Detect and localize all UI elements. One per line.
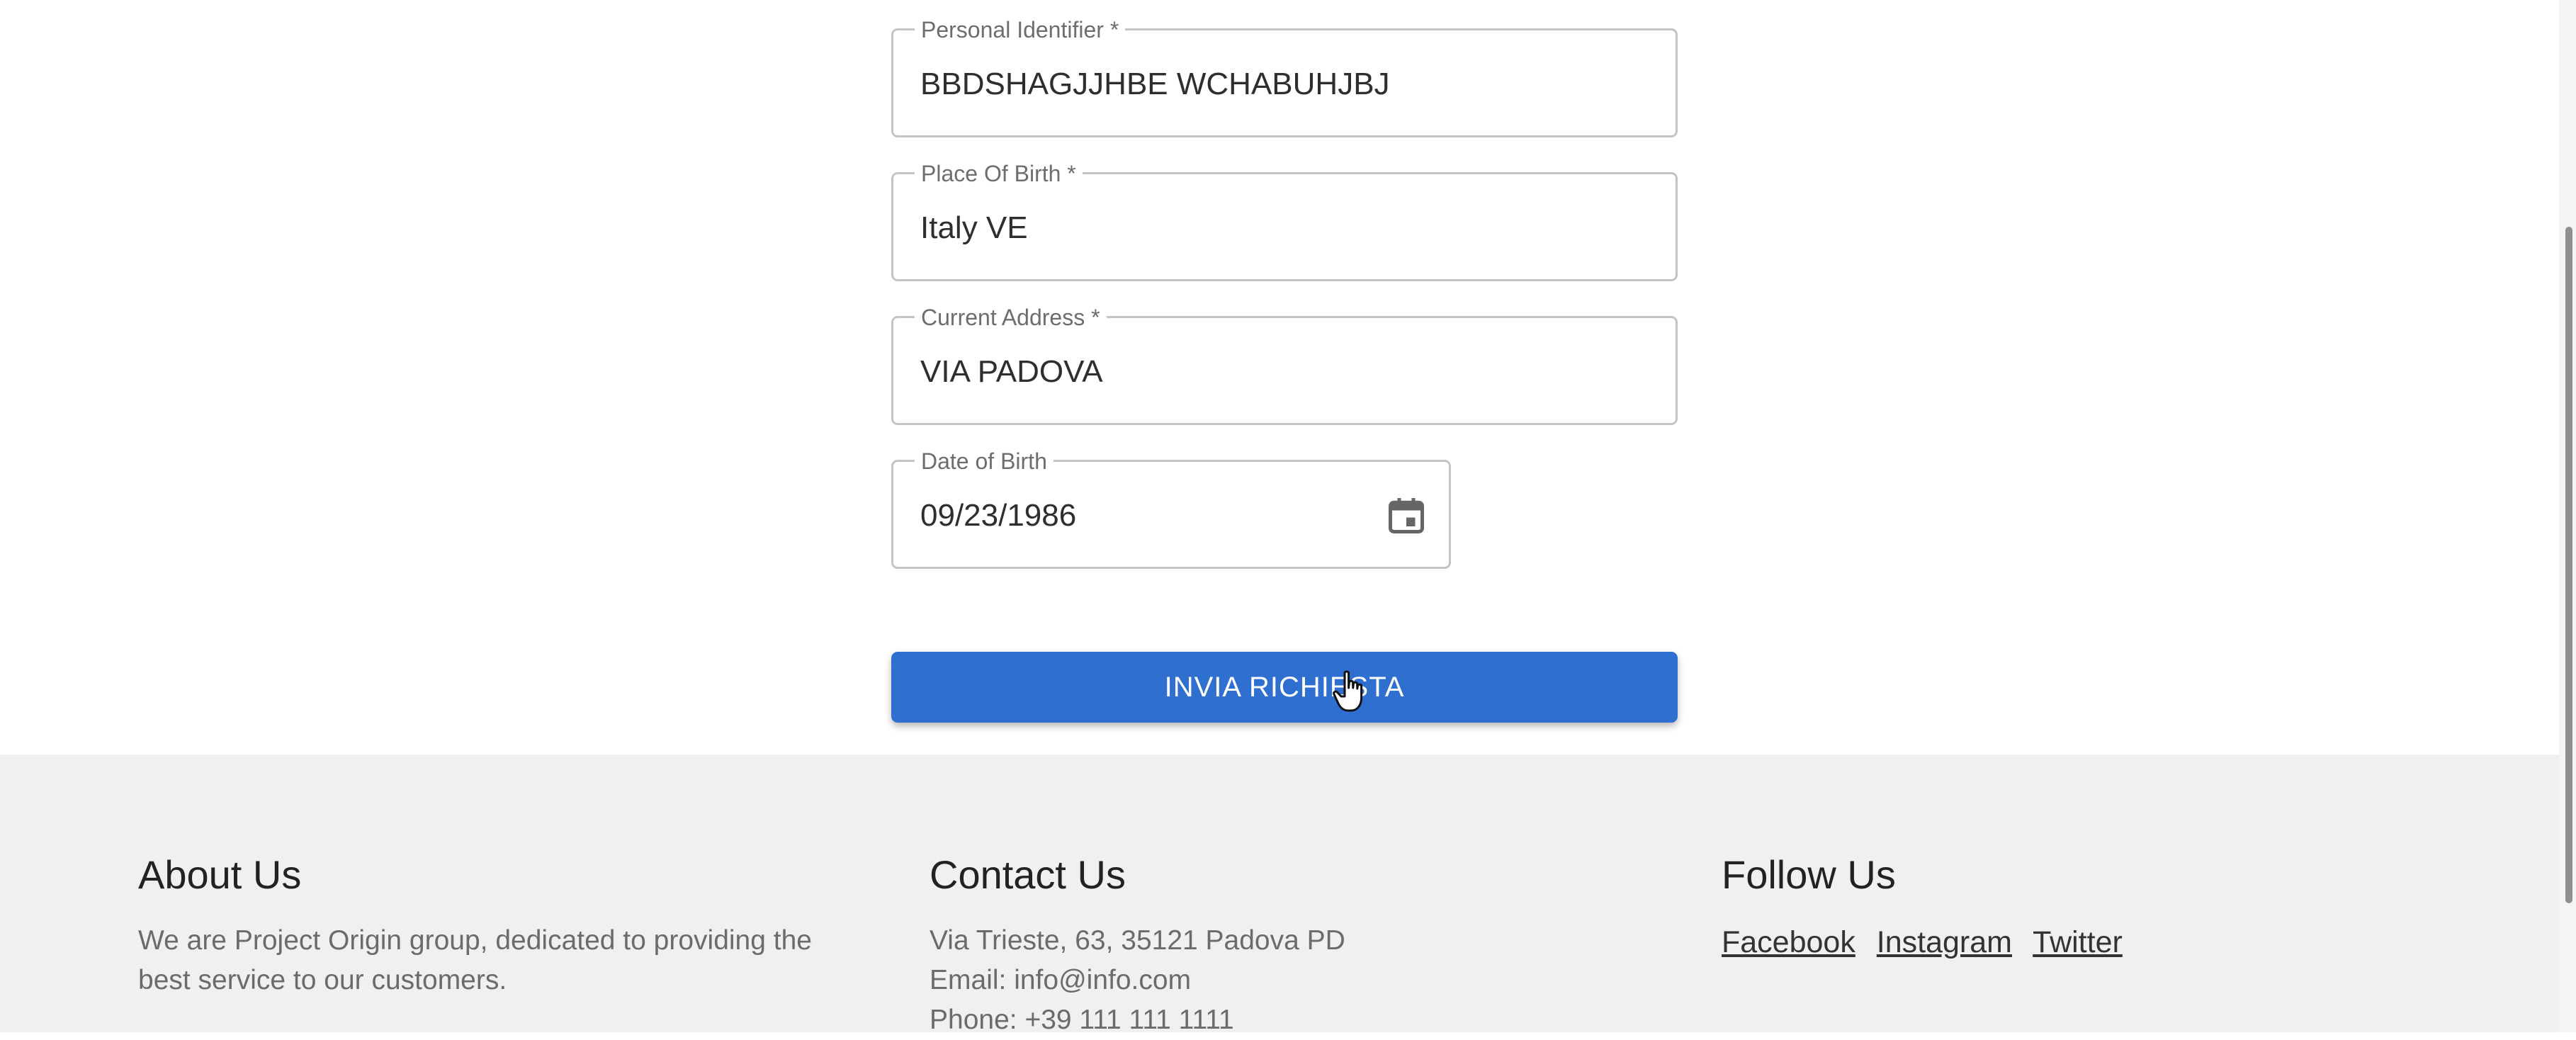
request-form: Personal Identifier * BBDSHAGJJHBE WCHAB…: [0, 0, 2576, 754]
contact-address: Via Trieste, 63, 35121 Padova PD: [930, 925, 1345, 956]
contact-us-section: Contact Us Via Trieste, 63, 35121 Padova…: [930, 850, 1638, 1040]
place-of-birth-label: Place Of Birth *: [915, 159, 1083, 188]
follow-us-section: Follow Us Facebook Instagram Twitter: [1722, 850, 2430, 962]
contact-details: Via Trieste, 63, 35121 Padova PD Email: …: [930, 921, 1638, 1040]
calendar-icon[interactable]: [1385, 494, 1428, 537]
contact-us-title: Contact Us: [930, 852, 1126, 897]
hand-cursor-icon: [1333, 670, 1363, 712]
scrollbar-thumb[interactable]: [2565, 227, 2572, 903]
about-us-section: About Us We are Project Origin group, de…: [138, 850, 847, 1000]
date-of-birth-value[interactable]: 09/23/1986: [920, 496, 1076, 536]
current-address-value[interactable]: VIA PADOVA: [920, 352, 1103, 392]
social-links: Facebook Instagram Twitter: [1722, 922, 2430, 962]
current-address-field[interactable]: Current Address * VIA PADOVA: [891, 303, 1678, 425]
submit-request-button[interactable]: INVIA RICHIESTA: [891, 652, 1678, 723]
date-of-birth-field[interactable]: Date of Birth 09/23/1986: [891, 447, 1451, 569]
twitter-link[interactable]: Twitter: [2033, 925, 2123, 959]
personal-identifier-label: Personal Identifier *: [915, 16, 1126, 44]
place-of-birth-field[interactable]: Place Of Birth * Italy VE: [891, 159, 1678, 281]
about-us-text: We are Project Origin group, dedicated t…: [138, 925, 812, 995]
site-footer: About Us We are Project Origin group, de…: [0, 754, 2576, 1035]
place-of-birth-value[interactable]: Italy VE: [920, 208, 1028, 248]
current-address-label: Current Address *: [915, 303, 1107, 332]
facebook-link[interactable]: Facebook: [1722, 925, 1855, 959]
contact-phone: Phone: +39 111 111 1111: [930, 1005, 1234, 1035]
personal-identifier-value[interactable]: BBDSHAGJJHBE WCHABUHJBJ: [920, 64, 1390, 104]
follow-us-title: Follow Us: [1722, 852, 1896, 897]
instagram-link[interactable]: Instagram: [1877, 925, 2012, 959]
contact-email: Email: info@info.com: [930, 965, 1192, 995]
personal-identifier-field[interactable]: Personal Identifier * BBDSHAGJJHBE WCHAB…: [891, 16, 1678, 137]
about-us-title: About Us: [138, 852, 302, 897]
date-of-birth-label: Date of Birth: [915, 447, 1053, 475]
